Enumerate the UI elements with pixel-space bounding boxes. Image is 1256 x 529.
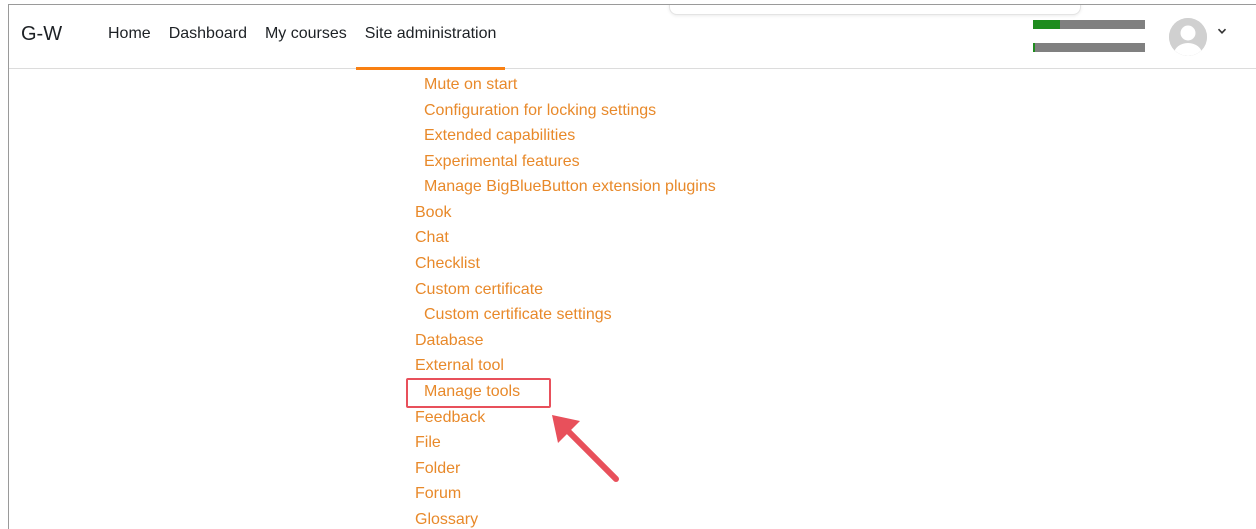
nav-home[interactable]: Home [99,5,160,69]
tree-link-book[interactable]: Book [415,203,451,223]
annotation-arrow-icon [552,415,619,482]
search-dropdown-edge [669,5,1081,15]
nav-my-courses[interactable]: My courses [256,5,356,69]
primary-navigation: Home Dashboard My courses Site administr… [99,5,506,70]
tree-link-external-tool[interactable]: External tool [415,356,504,376]
tree-link-bbb-extension-plugins[interactable]: Manage BigBlueButton extension plugins [424,177,716,197]
tree-link-database[interactable]: Database [415,331,484,351]
tree-link-feedback[interactable]: Feedback [415,408,485,428]
tree-link-experimental-features[interactable]: Experimental features [424,152,580,172]
nav-dashboard[interactable]: Dashboard [160,5,256,69]
tree-link-forum[interactable]: Forum [415,484,461,504]
progress-meter-1-fill [1033,20,1060,29]
tree-link-checklist[interactable]: Checklist [415,254,480,274]
tree-link-chat[interactable]: Chat [415,228,449,248]
top-navbar: G-W Home Dashboard My courses Site admin… [9,5,1256,70]
progress-meter-2-fill [1033,43,1036,52]
tree-link-custom-certificate[interactable]: Custom certificate [415,280,543,300]
tree-link-folder[interactable]: Folder [415,459,460,479]
tree-link-extended-capabilities[interactable]: Extended capabilities [424,126,575,146]
progress-meter-2 [1033,43,1145,52]
tree-link-file[interactable]: File [415,433,441,453]
tree-link-mute-on-start[interactable]: Mute on start [424,75,517,95]
user-avatar-icon[interactable] [1169,18,1207,56]
highlight-box [406,378,551,408]
site-brand[interactable]: G-W [21,23,62,46]
tree-link-glossary[interactable]: Glossary [415,510,478,529]
chevron-down-icon[interactable] [1217,25,1227,39]
tree-link-custom-certificate-settings[interactable]: Custom certificate settings [424,305,612,325]
browser-viewport: G-W Home Dashboard My courses Site admin… [8,4,1256,529]
progress-meter-1 [1033,20,1145,29]
nav-site-administration[interactable]: Site administration [355,5,506,70]
tree-link-locking-settings[interactable]: Configuration for locking settings [424,101,656,121]
